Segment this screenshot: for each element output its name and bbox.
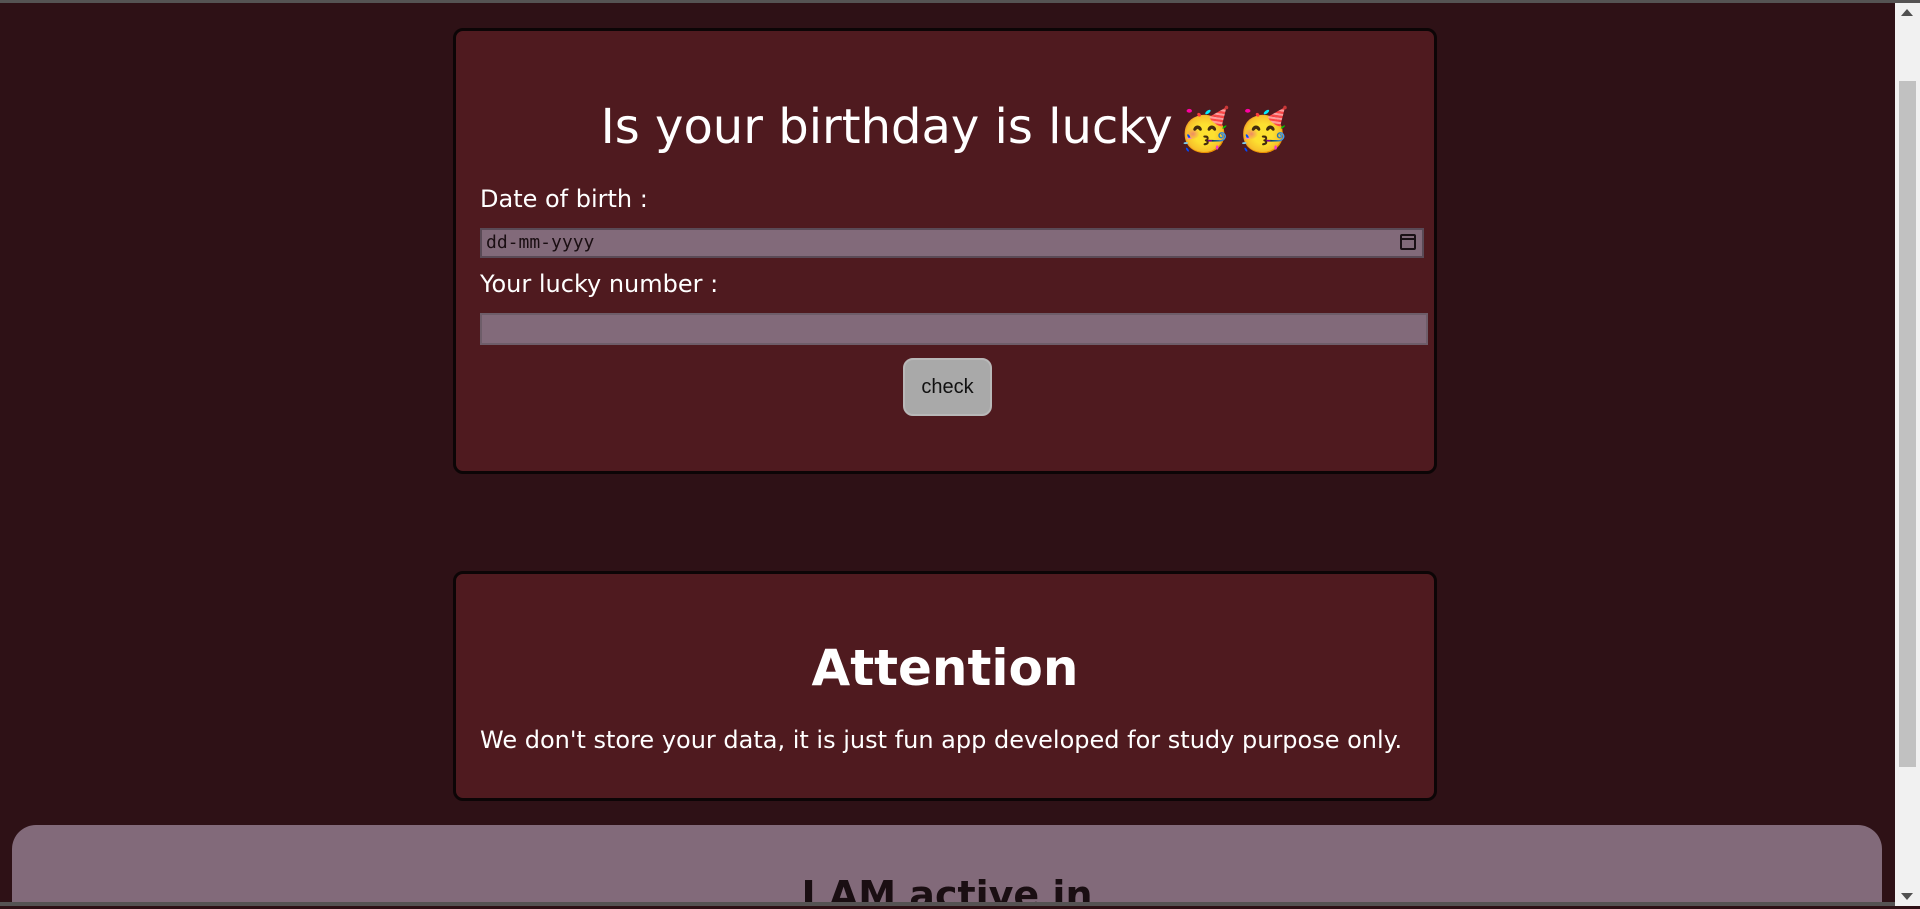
partying-face-icon: 🥳 (1237, 105, 1290, 154)
scroll-down-arrow-icon[interactable] (1901, 893, 1913, 900)
birthday-form-card: Is your birthday is lucky 🥳 🥳 Date of birt… (453, 28, 1437, 474)
dob-date-input[interactable]: dd-mm-yyyy (480, 228, 1424, 258)
window-bottom-border (0, 902, 1895, 906)
scroll-up-arrow-icon[interactable] (1901, 9, 1913, 16)
dob-placeholder: dd-mm-yyyy (486, 232, 595, 253)
attention-text: We don't store your data, it is just fun… (480, 726, 1403, 754)
lucky-number-label: Your lucky number : (480, 270, 719, 298)
partying-face-icon: 🥳 (1178, 105, 1232, 154)
footer-section: I AM active in (12, 825, 1882, 906)
calendar-icon[interactable] (1400, 234, 1416, 250)
vertical-scrollbar[interactable] (1895, 3, 1920, 906)
attention-card: Attention We don't store your data, it i… (453, 571, 1437, 801)
title-text: Is your birthday is lucky (600, 99, 1173, 155)
lucky-number-input[interactable] (480, 313, 1428, 345)
scrollbar-thumb[interactable] (1899, 81, 1916, 767)
page-title: Is your birthday is lucky 🥳 🥳 (456, 97, 1434, 160)
check-button[interactable]: check (903, 358, 992, 416)
attention-title: Attention (811, 639, 1079, 697)
dob-label: Date of birth : (480, 185, 648, 213)
page-content: Is your birthday is lucky 🥳 🥳 Date of birt… (0, 3, 1895, 906)
